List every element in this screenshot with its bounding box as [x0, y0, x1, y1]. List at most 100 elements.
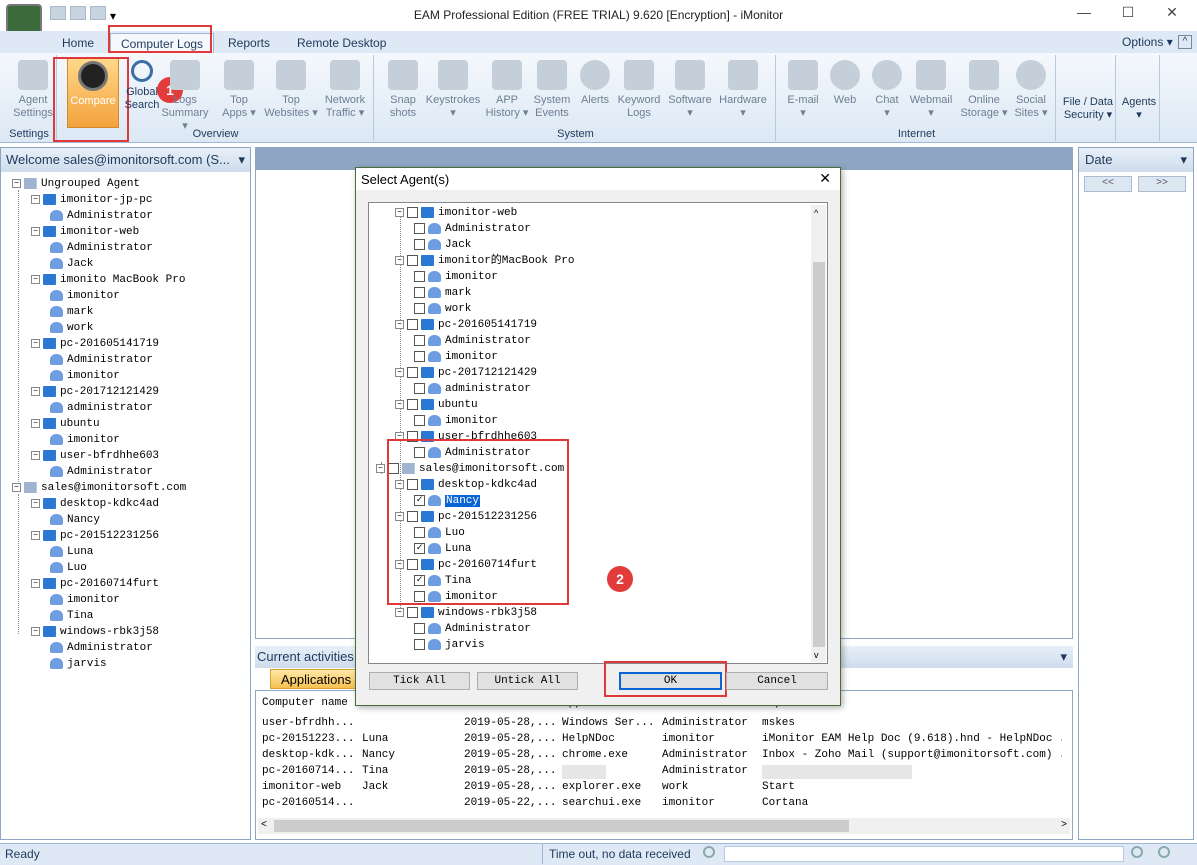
agent-checkbox[interactable] — [407, 254, 418, 266]
webmail-button[interactable]: Webmail ▾ — [906, 58, 956, 128]
tree-node-user[interactable]: Nancy — [50, 512, 100, 528]
tree-node-comp[interactable]: − imonitor-jp-pc — [31, 192, 152, 208]
dialog-tree-node-user[interactable]: administrator — [414, 381, 531, 397]
zoom-in-icon[interactable] — [1158, 846, 1170, 858]
untick-all-button[interactable]: Untick All — [477, 672, 578, 690]
dialog-close-icon[interactable]: ✕ — [819, 170, 831, 187]
collapse-toggle-icon[interactable]: − — [12, 178, 21, 188]
tree-node-user[interactable]: imonitor — [50, 432, 120, 448]
dialog-tree-node-user[interactable]: work — [414, 301, 471, 317]
tree-node-user[interactable]: Luo — [50, 560, 87, 576]
snapshots-button[interactable]: Snap shots — [378, 58, 428, 128]
tree-node-user[interactable]: administrator — [50, 400, 153, 416]
dialog-tree-node-user[interactable]: mark — [414, 285, 471, 301]
collapse-toggle-icon[interactable]: − — [395, 255, 404, 265]
tree-node-user[interactable]: Administrator — [50, 640, 153, 656]
dialog-tree-node-user[interactable]: Administrator — [414, 221, 531, 237]
agent-checkbox[interactable] — [414, 302, 425, 314]
scroll-up-icon[interactable]: ^ — [814, 208, 818, 218]
dialog-tree-node-user[interactable]: imonitor — [414, 349, 498, 365]
dialog-tree-node-user[interactable]: Administrator — [414, 333, 531, 349]
tree-node-user[interactable]: Luna — [50, 544, 93, 560]
tree-node-user[interactable]: imonitor — [50, 368, 120, 384]
chevron-down-icon[interactable]: ▾ — [1180, 152, 1187, 168]
tab-remote-desktop[interactable]: Remote Desktop — [287, 33, 396, 53]
dialog-tree-node-comp[interactable]: − pc-201712121429 — [395, 365, 537, 381]
tree-node-user[interactable]: Administrator — [50, 464, 153, 480]
help-icon[interactable]: ^ — [1178, 35, 1192, 49]
left-pane-header[interactable]: Welcome sales@imonitorsoft.com (S... ▾ — [1, 148, 250, 172]
tree-node-user[interactable]: mark — [50, 304, 93, 320]
tree-node-user[interactable]: Administrator — [50, 208, 153, 224]
agent-checkbox[interactable] — [414, 350, 425, 362]
collapse-toggle-icon[interactable]: − — [31, 194, 40, 204]
agent-checkbox[interactable] — [407, 398, 418, 410]
minimize-button[interactable]: — — [1072, 4, 1096, 26]
search-icon[interactable] — [703, 846, 715, 858]
collapse-toggle-icon[interactable]: − — [31, 274, 40, 284]
tree-node-user[interactable]: Tina — [50, 608, 93, 624]
agent-checkbox[interactable] — [407, 318, 418, 330]
keyword-logs-button[interactable]: Keyword Logs — [614, 58, 664, 128]
alerts-button[interactable]: Alerts — [570, 58, 620, 128]
dialog-tree-node-comp[interactable]: − imonitor的MacBook Pro — [395, 253, 574, 269]
options-menu[interactable]: Options ▾ — [1122, 35, 1173, 49]
app-history-button[interactable]: APP History ▾ — [482, 58, 532, 128]
tree-node-comp[interactable]: − pc-201712121429 — [31, 384, 159, 400]
collapse-toggle-icon[interactable]: − — [395, 319, 404, 329]
collapse-toggle-icon[interactable]: − — [12, 482, 21, 492]
collapse-toggle-icon[interactable]: − — [395, 207, 404, 217]
dialog-tree-node-user[interactable]: imonitor — [414, 269, 498, 285]
dialog-tree-node-comp[interactable]: − windows-rbk3j58 — [395, 605, 537, 621]
agent-checkbox[interactable] — [414, 238, 425, 250]
dialog-tree-node-user[interactable]: jarvis — [414, 637, 485, 653]
dialog-scrollbar-thumb[interactable] — [813, 262, 825, 647]
agent-checkbox[interactable] — [407, 366, 418, 378]
tick-all-button[interactable]: Tick All — [369, 672, 470, 690]
collapse-toggle-icon[interactable]: − — [395, 607, 404, 617]
agent-checkbox[interactable] — [414, 414, 425, 426]
tab-applications[interactable]: Applications — [270, 669, 358, 689]
status-search-input[interactable] — [724, 846, 1124, 862]
collapse-toggle-icon[interactable]: − — [376, 463, 385, 473]
tree-node-comp[interactable]: − imonito MacBook Pro — [31, 272, 185, 288]
chat-button[interactable]: Chat ▾ — [862, 58, 912, 128]
dialog-tree-node-user[interactable]: Jack — [414, 237, 471, 253]
collapse-toggle-icon[interactable]: − — [31, 578, 40, 588]
tree-node-user[interactable]: Jack — [50, 256, 93, 272]
collapse-toggle-icon[interactable]: − — [31, 450, 40, 460]
collapse-toggle-icon[interactable]: − — [31, 418, 40, 428]
agent-checkbox[interactable] — [414, 622, 425, 634]
social-sites-button[interactable]: Social Sites ▾ — [1006, 58, 1056, 128]
tree-node-comp[interactable]: − windows-rbk3j58 — [31, 624, 159, 640]
dialog-tree-node-comp[interactable]: − pc-201605141719 — [395, 317, 537, 333]
prev-date-button[interactable]: << — [1084, 176, 1132, 192]
dialog-tree-node-comp[interactable]: − imonitor-web — [395, 205, 517, 221]
collapse-toggle-icon[interactable]: − — [31, 498, 40, 508]
collapse-toggle-icon[interactable]: − — [395, 367, 404, 377]
tree-node-comp[interactable]: − imonitor-web — [31, 224, 139, 240]
tree-node-user[interactable]: Administrator — [50, 240, 153, 256]
horizontal-scrollbar[interactable]: < > — [258, 818, 1070, 834]
collapse-toggle-icon[interactable]: − — [31, 626, 40, 636]
tree-node-comp[interactable]: − user-bfrdhhe603 — [31, 448, 159, 464]
collapse-toggle-icon[interactable]: − — [31, 530, 40, 540]
tree-node-user[interactable]: jarvis — [50, 656, 107, 672]
agent-checkbox[interactable] — [414, 270, 425, 282]
maximize-button[interactable]: ☐ — [1116, 4, 1140, 26]
tree-node-comp[interactable]: − pc-20160714furt — [31, 576, 159, 592]
dialog-tree-node-user[interactable]: imonitor — [414, 413, 498, 429]
dialog-tree-node-comp[interactable]: − ubuntu — [395, 397, 478, 413]
tree-node-group[interactable]: − Ungrouped Agent — [12, 176, 140, 192]
agent-settings-button[interactable]: Agent Settings — [8, 58, 58, 128]
tree-node-group[interactable]: − sales@imonitorsoft.com — [12, 480, 186, 496]
logs-summary-button[interactable]: Logs Summary ▾ — [160, 58, 210, 132]
online-storage-button[interactable]: Online Storage ▾ — [956, 58, 1012, 128]
agent-checkbox[interactable] — [414, 638, 425, 650]
software-button[interactable]: Software ▾ — [664, 58, 716, 128]
agent-checkbox[interactable] — [414, 382, 425, 394]
tree-node-user[interactable]: imonitor — [50, 592, 120, 608]
chevron-down-icon[interactable]: ▾ — [1060, 649, 1067, 665]
close-button[interactable]: ✕ — [1160, 4, 1184, 26]
agent-checkbox[interactable] — [407, 606, 418, 618]
